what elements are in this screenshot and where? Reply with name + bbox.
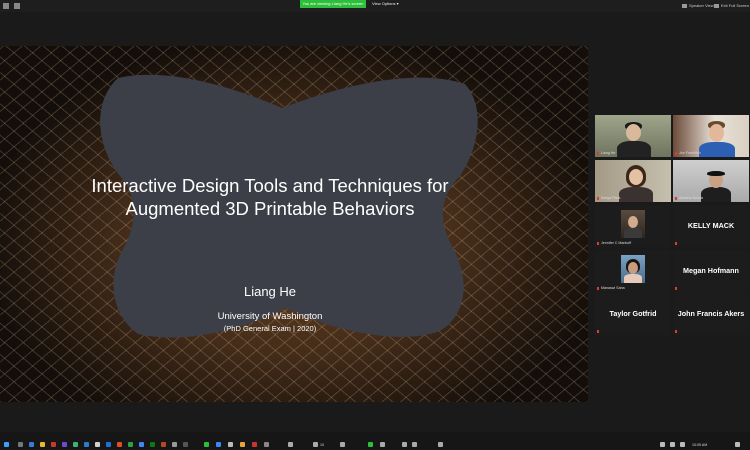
participant-name: Sonya Pauk [601,196,621,200]
task-view-icon[interactable] [29,442,34,447]
word-icon[interactable] [84,442,89,447]
participant-tile[interactable]: Liang He [595,115,671,157]
search-icon[interactable] [18,442,23,447]
slide-title: Interactive Design Tools and Techniques … [60,174,480,220]
slide-university: University of Washington [217,311,323,322]
participant-tile[interactable]: Adriana Schulz [673,160,749,202]
screen-icon[interactable] [14,3,20,9]
participant-tile[interactable]: 👍 Jennifer C Mankoff [595,205,671,247]
speaker-view-button[interactable]: Speaker View [682,2,714,9]
exit-fullscreen-button[interactable]: Exit Full Screen [714,2,749,9]
chrome-icon[interactable] [139,442,144,447]
zoom-icon[interactable] [204,442,209,447]
app-icon-orange[interactable] [117,442,122,447]
sky-opening-shape [100,74,478,338]
participant-name: Jennifer C Mankoff [601,241,632,245]
participant-tile[interactable]: Jon Froehlich [673,115,749,157]
top-bar: You are viewing Liang He's screen View O… [0,0,750,12]
participant-tile[interactable]: Manaswi Saha [595,250,671,292]
slide-author: Liang He [243,284,297,299]
mic-muted-icon [597,197,599,200]
leave-icon[interactable] [438,442,443,447]
mic-muted-icon [675,152,677,155]
volume-icon[interactable] [680,442,685,447]
slide-exam: (PhD General Exam | 2020) [223,324,317,333]
participants-count: 10 [320,443,324,447]
participant-tile[interactable]: Taylor Gotfrid [595,293,671,335]
system-clock: 10:05 AM [692,443,708,447]
taskbar: 10 10:05 AM [0,432,750,450]
reactions-icon[interactable] [402,442,407,447]
app-icon-dark[interactable] [183,442,188,447]
participant-name: Adriana Schulz [679,196,704,200]
participant-tile[interactable]: John Francis Akers [673,293,749,335]
mic-muted-icon [597,242,599,245]
mic-muted-icon [675,242,677,245]
mic-muted-icon [597,152,599,155]
shared-screen: Interactive Design Tools and Techniques … [0,46,588,402]
speaker-view-label: Speaker View [689,3,714,8]
app-icon-gray[interactable] [172,442,177,447]
participant-name: Liang He [601,151,616,155]
security-icon[interactable] [288,442,293,447]
network-icon[interactable] [670,442,675,447]
exit-fullscreen-icon [714,3,719,8]
participant-name: Jon Froehlich [679,151,701,155]
mic-muted-icon [675,197,677,200]
slide-title-line-1: Interactive Design Tools and Techniques … [91,175,449,196]
grid-icon[interactable] [3,3,9,9]
participant-name-display: John Francis Akers [677,309,745,318]
start-icon[interactable] [4,442,9,447]
notifications-icon[interactable] [735,442,740,447]
file-explorer-icon[interactable] [40,442,45,447]
more-icon[interactable] [412,442,417,447]
app-icon-gray-2[interactable] [264,442,269,447]
mic-muted-icon [675,287,677,290]
app-icon-white[interactable] [95,442,100,447]
participant-photo [621,210,645,238]
mic-muted-icon [675,330,677,333]
powerpoint-icon[interactable] [161,442,166,447]
app-icon-purple[interactable] [62,442,67,447]
participant-tile[interactable]: Megan Hofmann [673,250,749,292]
participant-tile[interactable]: KELLY MACK [673,205,749,247]
exit-fullscreen-label: Exit Full Screen [721,3,750,8]
vscode-icon[interactable] [106,442,111,447]
screen-share-banner: You are viewing Liang He's screen [300,0,366,8]
excel-icon[interactable] [150,442,155,447]
app-icon-red[interactable] [51,442,56,447]
speaker-view-icon [682,3,687,8]
app-icon-amber[interactable] [240,442,245,447]
app-icon-red-2[interactable] [252,442,257,447]
participants-icon[interactable] [313,442,318,447]
participant-name-display: Taylor Gotfrid [609,309,657,318]
participant-tile[interactable]: Sonya Pauk [595,160,671,202]
app-icon-blue[interactable] [216,442,221,447]
participant-name: Manaswi Saha [601,286,625,290]
share-screen-icon[interactable] [368,442,373,447]
participant-name-display: KELLY MACK [687,221,735,230]
view-options-button[interactable]: View Options ▾ [372,0,399,8]
tray-icon[interactable] [660,442,665,447]
mic-muted-icon [597,330,599,333]
app-icon-green[interactable] [73,442,78,447]
participant-name-display: Megan Hofmann [683,266,739,275]
slide-title-line-2: Augmented 3D Printable Behaviors [125,198,415,219]
record-icon[interactable] [380,442,385,447]
mic-muted-icon [597,287,599,290]
chat-icon[interactable] [340,442,345,447]
app-icon-light[interactable] [228,442,233,447]
app-icon-green-2[interactable] [128,442,133,447]
participant-photo [621,255,645,283]
